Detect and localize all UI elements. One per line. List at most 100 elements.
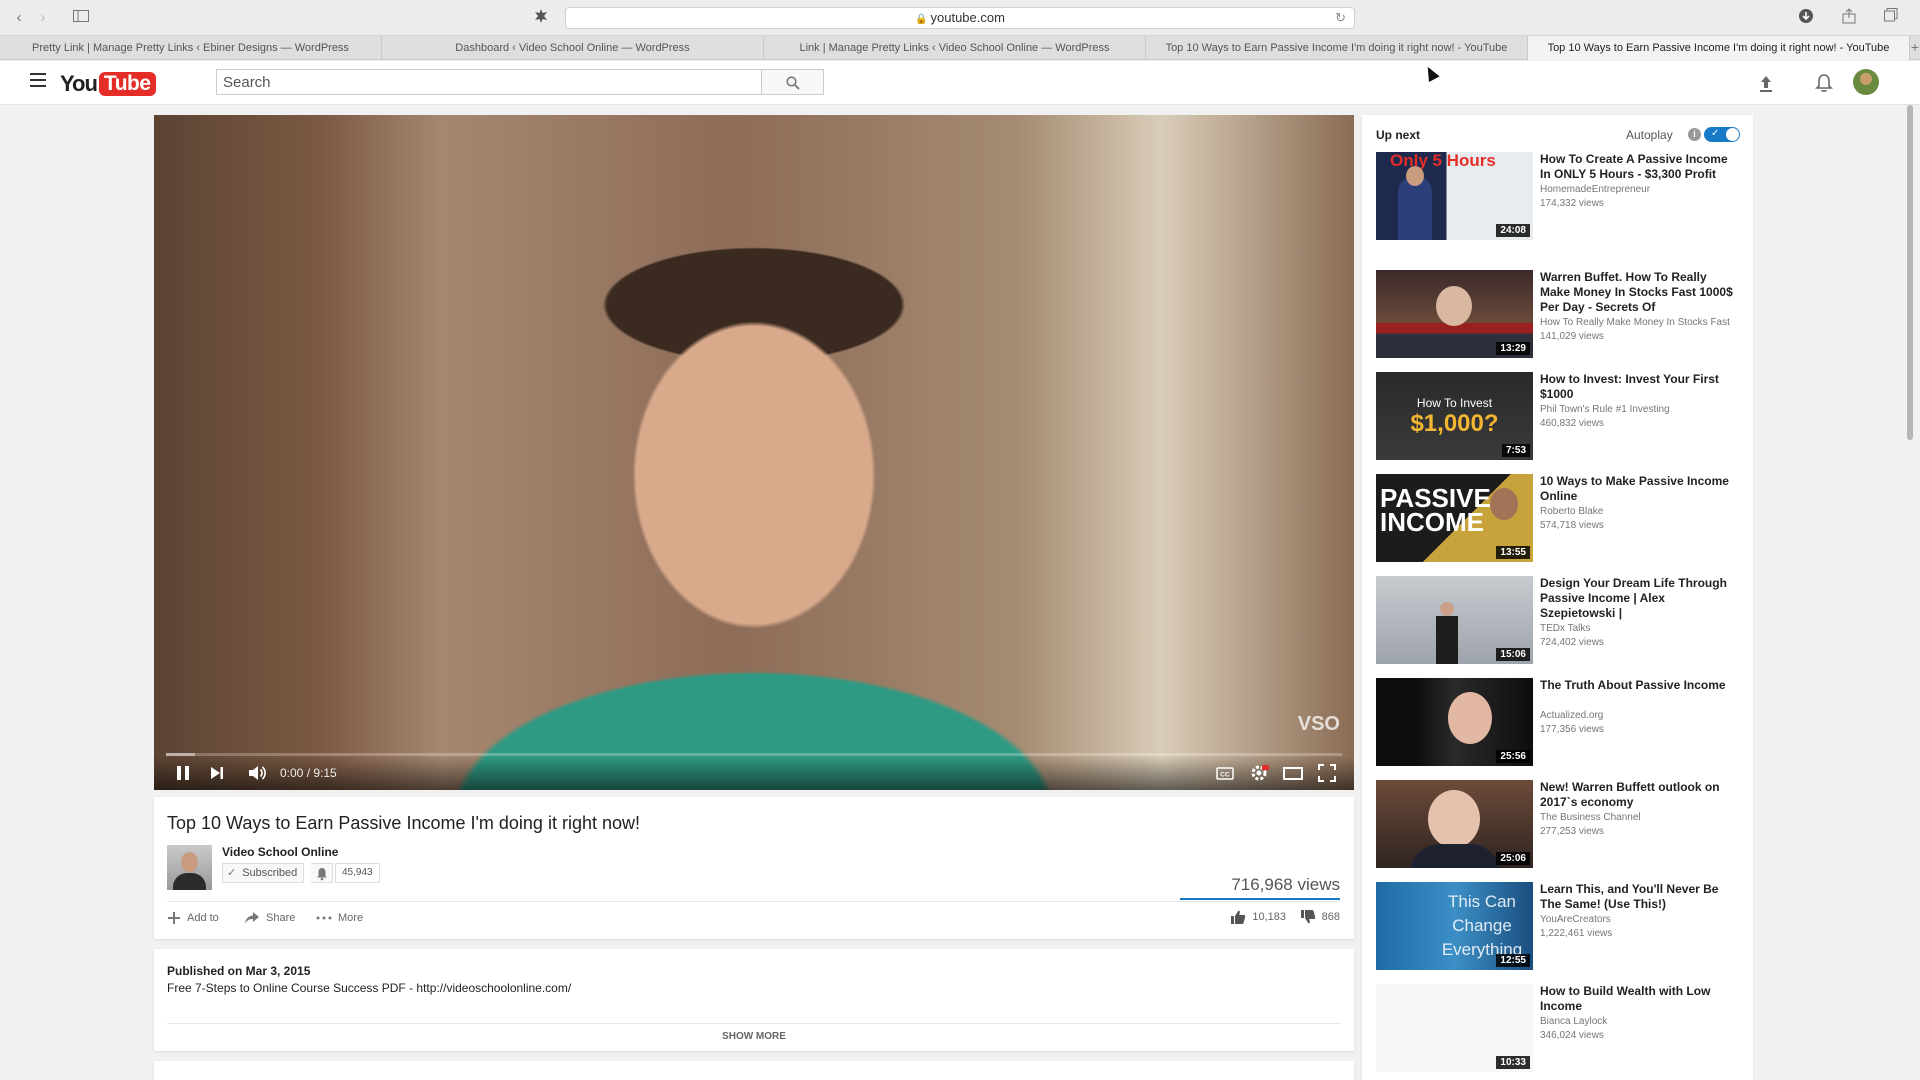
extension-puzzle-icon[interactable] xyxy=(530,8,552,28)
notification-bell-button[interactable] xyxy=(311,863,333,883)
autoplay-toggle[interactable]: ✓ xyxy=(1704,127,1740,142)
add-to-label: Add to xyxy=(187,912,219,924)
bell-icon xyxy=(317,868,327,881)
browser-tab[interactable]: Link | Manage Pretty Links ‹ Video Schoo… xyxy=(764,36,1146,60)
user-avatar[interactable] xyxy=(1853,69,1879,95)
new-tab-icon[interactable]: + xyxy=(1910,36,1920,59)
recommendation-title[interactable]: Warren Buffet. How To Really Make Money … xyxy=(1540,270,1740,315)
browser-tab[interactable]: Pretty Link | Manage Pretty Links ‹ Ebin… xyxy=(0,36,382,60)
captions-icon[interactable]: CC xyxy=(1214,762,1236,784)
plus-icon xyxy=(168,912,180,924)
thumbs-down-icon xyxy=(1300,910,1315,924)
thumbnail-text: Only 5 Hours xyxy=(1390,152,1496,170)
video-frame xyxy=(154,115,1354,790)
back-arrow-icon[interactable]: ‹ xyxy=(8,8,30,28)
recommendation-channel: How To Really Make Money In Stocks Fast xyxy=(1540,317,1730,328)
channel-name[interactable]: Video School Online xyxy=(222,845,338,859)
pause-icon[interactable] xyxy=(172,762,194,784)
tab-bar: Pretty Link | Manage Pretty Links ‹ Ebin… xyxy=(0,36,1920,60)
settings-gear-icon[interactable] xyxy=(1248,762,1270,784)
video-duration: 10:33 xyxy=(1496,1056,1530,1069)
dislike-button[interactable]: 868 xyxy=(1300,909,1340,925)
recommendation-title[interactable]: The Truth About Passive Income xyxy=(1540,678,1740,693)
recommendation-item[interactable]: 15:06 Design Your Dream Life Through Pas… xyxy=(1376,576,1741,666)
recommendation-item[interactable]: This Can Change Everything 12:55 Learn T… xyxy=(1376,882,1741,972)
reload-icon[interactable]: ↻ xyxy=(1335,8,1346,28)
recommendation-views: 346,024 views xyxy=(1540,1030,1604,1041)
recommendation-title[interactable]: How to Build Wealth with Low Income xyxy=(1540,984,1740,1014)
recommendation-title[interactable]: How to Invest: Invest Your First $1000 xyxy=(1540,372,1740,402)
forward-arrow-icon[interactable]: › xyxy=(32,8,54,28)
recommendation-title[interactable]: Design Your Dream Life Through Passive I… xyxy=(1540,576,1740,621)
search-input[interactable] xyxy=(216,69,762,95)
recommendation-title[interactable]: New! Warren Buffett outlook on 2017`s ec… xyxy=(1540,780,1740,810)
channel-avatar[interactable] xyxy=(167,845,212,890)
recommendation-views: 574,718 views xyxy=(1540,520,1604,531)
more-dots-icon xyxy=(316,916,332,920)
recommendation-item[interactable]: How To Invest $1,000? 7:53 How to Invest… xyxy=(1376,372,1741,462)
download-icon[interactable] xyxy=(1795,8,1817,28)
next-icon[interactable] xyxy=(206,762,228,784)
info-icon[interactable]: i xyxy=(1688,128,1701,141)
hamburger-menu-icon[interactable] xyxy=(30,73,46,87)
video-duration: 15:06 xyxy=(1496,648,1530,661)
video-thumbnail[interactable]: 15:06 xyxy=(1376,576,1533,664)
check-icon: ✓ xyxy=(1711,128,1720,139)
theater-mode-icon[interactable] xyxy=(1282,762,1304,784)
youtube-logo[interactable]: You Tube xyxy=(60,70,156,98)
recommendation-views: 1,222,461 views xyxy=(1540,928,1613,939)
video-thumbnail[interactable]: 25:06 xyxy=(1376,780,1533,868)
recommendation-item[interactable]: 13:29 Warren Buffet. How To Really Make … xyxy=(1376,270,1741,360)
browser-tab[interactable]: Dashboard ‹ Video School Online — WordPr… xyxy=(382,36,764,60)
video-title: Top 10 Ways to Earn Passive Income I'm d… xyxy=(167,813,640,833)
notifications-bell-icon[interactable] xyxy=(1812,71,1836,95)
video-thumbnail[interactable]: 13:29 xyxy=(1376,270,1533,358)
recommendation-title[interactable]: How To Create A Passive Income In ONLY 5… xyxy=(1540,152,1740,182)
sidebar-toggle-icon[interactable] xyxy=(70,8,92,28)
like-button[interactable]: 10,183 xyxy=(1230,909,1286,925)
recommendation-item[interactable]: 25:56 The Truth About Passive Income Act… xyxy=(1376,678,1741,768)
browser-tab[interactable]: Top 10 Ways to Earn Passive Income I'm d… xyxy=(1146,36,1528,60)
recommendation-item[interactable]: PASSIVE INCOME 13:55 10 Ways to Make Pas… xyxy=(1376,474,1741,564)
video-duration: 25:56 xyxy=(1496,750,1530,763)
sentiment-bar xyxy=(1180,898,1340,900)
thumbnail-text: This Can Change Everything xyxy=(1441,892,1523,959)
more-button[interactable]: More xyxy=(316,908,363,928)
video-thumbnail[interactable]: How To Invest $1,000? 7:53 xyxy=(1376,372,1533,460)
video-thumbnail[interactable]: Only 5 Hours 24:08 xyxy=(1376,152,1533,240)
tabs-overview-icon[interactable] xyxy=(1880,8,1902,28)
divider xyxy=(167,1023,1341,1024)
recommendation-item[interactable]: Only 5 Hours 24:08 How To Create A Passi… xyxy=(1376,152,1741,242)
search-button[interactable] xyxy=(762,69,824,95)
page-scrollbar[interactable] xyxy=(1907,105,1913,440)
fullscreen-icon[interactable] xyxy=(1316,762,1338,784)
video-duration: 25:06 xyxy=(1496,852,1530,865)
share-button[interactable]: Share xyxy=(244,908,295,928)
recommendation-item[interactable]: 10:33 How to Build Wealth with Low Incom… xyxy=(1376,984,1741,1074)
subscribed-button[interactable]: ✓ Subscribed xyxy=(222,863,305,883)
video-thumbnail[interactable]: 25:56 xyxy=(1376,678,1533,766)
add-to-button[interactable]: Add to xyxy=(167,908,219,928)
recommendation-item[interactable]: 25:06 New! Warren Buffett outlook on 201… xyxy=(1376,780,1741,870)
recommendation-title[interactable]: Learn This, and You'll Never Be The Same… xyxy=(1540,882,1740,912)
video-thumbnail[interactable]: 10:33 xyxy=(1376,984,1533,1072)
video-thumbnail[interactable]: This Can Change Everything 12:55 xyxy=(1376,882,1533,970)
youtube-header: You Tube xyxy=(0,61,1920,105)
published-date: Published on Mar 3, 2015 xyxy=(167,964,311,978)
upload-icon[interactable] xyxy=(1754,71,1778,95)
like-count: 10,183 xyxy=(1252,911,1286,923)
comments-card xyxy=(154,1061,1354,1080)
show-more-button[interactable]: SHOW MORE xyxy=(154,1031,1354,1042)
address-bar[interactable]: 🔒 youtube.com ↻ xyxy=(565,7,1355,29)
volume-icon[interactable] xyxy=(246,762,268,784)
video-duration: 12:55 xyxy=(1496,954,1530,967)
view-count: 716,968 views xyxy=(1231,875,1340,894)
recommendation-channel: Phil Town's Rule #1 Investing xyxy=(1540,404,1670,415)
browser-tab-active[interactable]: Top 10 Ways to Earn Passive Income I'm d… xyxy=(1528,36,1910,60)
share-icon[interactable] xyxy=(1838,8,1860,28)
video-player[interactable]: VSO 0:00 / 9:15 CC xyxy=(154,115,1354,790)
recommendation-title[interactable]: 10 Ways to Make Passive Income Online xyxy=(1540,474,1740,504)
thumbs-up-icon xyxy=(1231,910,1246,924)
channel-watermark: VSO xyxy=(1297,713,1340,735)
video-thumbnail[interactable]: PASSIVE INCOME 13:55 xyxy=(1376,474,1533,562)
